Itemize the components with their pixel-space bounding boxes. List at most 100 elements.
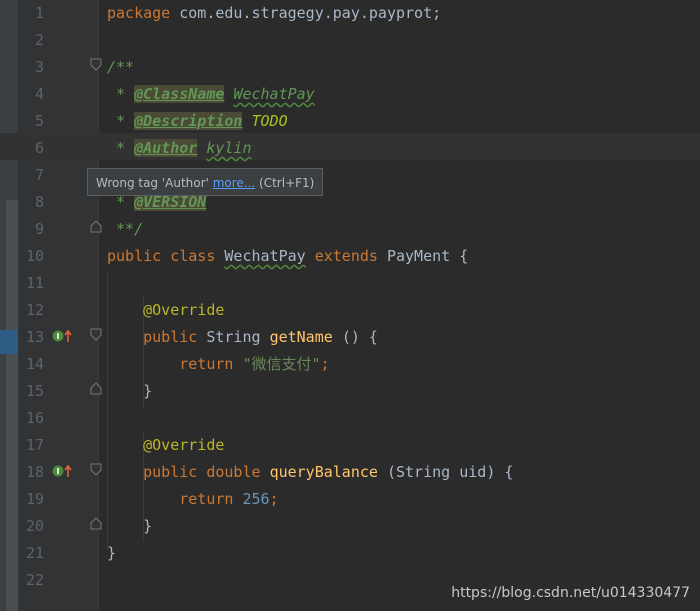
strip-selection bbox=[0, 330, 18, 354]
line-number: 19 bbox=[25, 490, 44, 508]
code-line[interactable]: } bbox=[107, 540, 116, 567]
line-number: 10 bbox=[25, 247, 44, 265]
code-line[interactable]: /** bbox=[107, 54, 134, 81]
fold-marker-icon[interactable] bbox=[90, 220, 102, 233]
code-line[interactable]: } bbox=[107, 513, 152, 540]
line-number: 9 bbox=[34, 220, 44, 238]
line-number: 6 bbox=[34, 139, 44, 157]
doc-star: * bbox=[107, 85, 135, 103]
line-number: 15 bbox=[25, 382, 44, 400]
fold-marker-icon[interactable] bbox=[90, 328, 102, 341]
keyword: extends bbox=[314, 247, 378, 265]
doc-tag: @Author bbox=[134, 139, 198, 157]
brace: } bbox=[143, 382, 153, 400]
fold-marker-icon[interactable] bbox=[90, 382, 102, 395]
line-number: 21 bbox=[25, 544, 44, 562]
keyword: return bbox=[179, 490, 234, 508]
semicolon: ; bbox=[269, 490, 279, 508]
svg-text:I: I bbox=[57, 467, 60, 476]
current-line-highlight bbox=[0, 133, 700, 160]
line-number: 7 bbox=[34, 166, 44, 184]
doc-value: kylin bbox=[206, 139, 252, 157]
doc-star: * bbox=[107, 112, 135, 130]
watermark: https://blog.csdn.net/u014330477 bbox=[451, 585, 690, 601]
parent-class: PayMent bbox=[386, 247, 451, 265]
code-line[interactable]: package com.edu.stragegy.pay.payprot; bbox=[107, 0, 441, 27]
paren: ( bbox=[386, 463, 396, 481]
doc-comment-open: /** bbox=[107, 58, 135, 76]
line-number: 11 bbox=[25, 274, 44, 292]
keyword: return bbox=[179, 355, 234, 373]
scroll-track[interactable] bbox=[6, 200, 18, 611]
line-number: 17 bbox=[25, 436, 44, 454]
doc-tag: @Description bbox=[134, 112, 243, 130]
code-line[interactable]: * @ClassName WechatPay bbox=[107, 81, 315, 108]
keyword: double bbox=[206, 463, 261, 481]
class-name: WechatPay bbox=[224, 247, 306, 265]
type: String bbox=[206, 328, 261, 346]
code-line[interactable]: @Override bbox=[107, 432, 224, 459]
fold-marker-icon[interactable] bbox=[90, 517, 102, 530]
line-number: 3 bbox=[34, 58, 44, 76]
inspection-tooltip: Wrong tag 'Author' more... (Ctrl+F1) bbox=[87, 168, 324, 196]
implementing-method-icon[interactable]: I bbox=[52, 464, 72, 478]
code-line[interactable]: * @Description TODO bbox=[107, 108, 288, 135]
code-line[interactable]: return "微信支付"; bbox=[107, 351, 330, 378]
line-number: 5 bbox=[34, 112, 44, 130]
line-number: 14 bbox=[25, 355, 44, 373]
brace: } bbox=[107, 544, 117, 562]
fold-marker-icon[interactable] bbox=[90, 463, 102, 476]
line-number: 12 bbox=[25, 301, 44, 319]
annotation: @Override bbox=[143, 436, 225, 454]
line-number: 20 bbox=[25, 517, 44, 535]
tooltip-message: Wrong tag 'Author' bbox=[96, 176, 213, 190]
line-number: 16 bbox=[25, 409, 44, 427]
parens: () bbox=[341, 328, 360, 346]
annotation: @Override bbox=[143, 301, 225, 319]
more-link[interactable]: more... bbox=[213, 176, 256, 190]
line-number: 18 bbox=[25, 463, 44, 481]
keyword: class bbox=[170, 247, 216, 265]
string-literal: "微信支付" bbox=[242, 355, 321, 373]
brace: } bbox=[143, 517, 153, 535]
todo-marker: TODO bbox=[251, 112, 288, 130]
tooltip-shortcut: (Ctrl+F1) bbox=[255, 176, 315, 190]
code-line[interactable]: public class WechatPay extends PayMent { bbox=[107, 243, 468, 270]
brace: { bbox=[368, 328, 378, 346]
semicolon: ; bbox=[320, 355, 330, 373]
code-line[interactable]: public double queryBalance (String uid) … bbox=[107, 459, 513, 486]
keyword: public bbox=[143, 463, 198, 481]
method-name: queryBalance bbox=[269, 463, 378, 481]
doc-comment-close: **/ bbox=[107, 220, 144, 238]
code-line[interactable]: @Override bbox=[107, 297, 224, 324]
brace: { bbox=[504, 463, 514, 481]
line-number: 13 bbox=[25, 328, 44, 346]
code-line[interactable]: public String getName () { bbox=[107, 324, 378, 351]
param-name: uid bbox=[459, 463, 487, 481]
line-number: 22 bbox=[25, 571, 44, 589]
doc-value: WechatPay bbox=[233, 85, 315, 103]
line-number: 1 bbox=[34, 4, 44, 22]
line-number: 8 bbox=[34, 193, 44, 211]
code-line[interactable]: } bbox=[107, 378, 152, 405]
keyword: public bbox=[143, 328, 198, 346]
code-line[interactable]: * @Author kylin bbox=[107, 135, 252, 162]
keyword: public bbox=[107, 247, 162, 265]
package-name: com.edu.stragegy.pay.payprot; bbox=[170, 4, 442, 22]
doc-tag: @ClassName bbox=[134, 85, 225, 103]
code-line[interactable]: **/ bbox=[107, 216, 143, 243]
type: String bbox=[396, 463, 451, 481]
brace: { bbox=[459, 247, 469, 265]
doc-star: * bbox=[107, 139, 135, 157]
tool-window-strip bbox=[0, 0, 18, 611]
number-literal: 256 bbox=[242, 490, 270, 508]
line-number: 4 bbox=[34, 85, 44, 103]
implementing-method-icon[interactable]: I bbox=[52, 329, 72, 343]
keyword: package bbox=[107, 4, 171, 22]
code-line[interactable]: return 256; bbox=[107, 486, 279, 513]
fold-marker-icon[interactable] bbox=[90, 58, 102, 71]
svg-text:I: I bbox=[57, 332, 60, 341]
paren: ) bbox=[486, 463, 496, 481]
line-number: 2 bbox=[34, 31, 44, 49]
method-name: getName bbox=[269, 328, 333, 346]
